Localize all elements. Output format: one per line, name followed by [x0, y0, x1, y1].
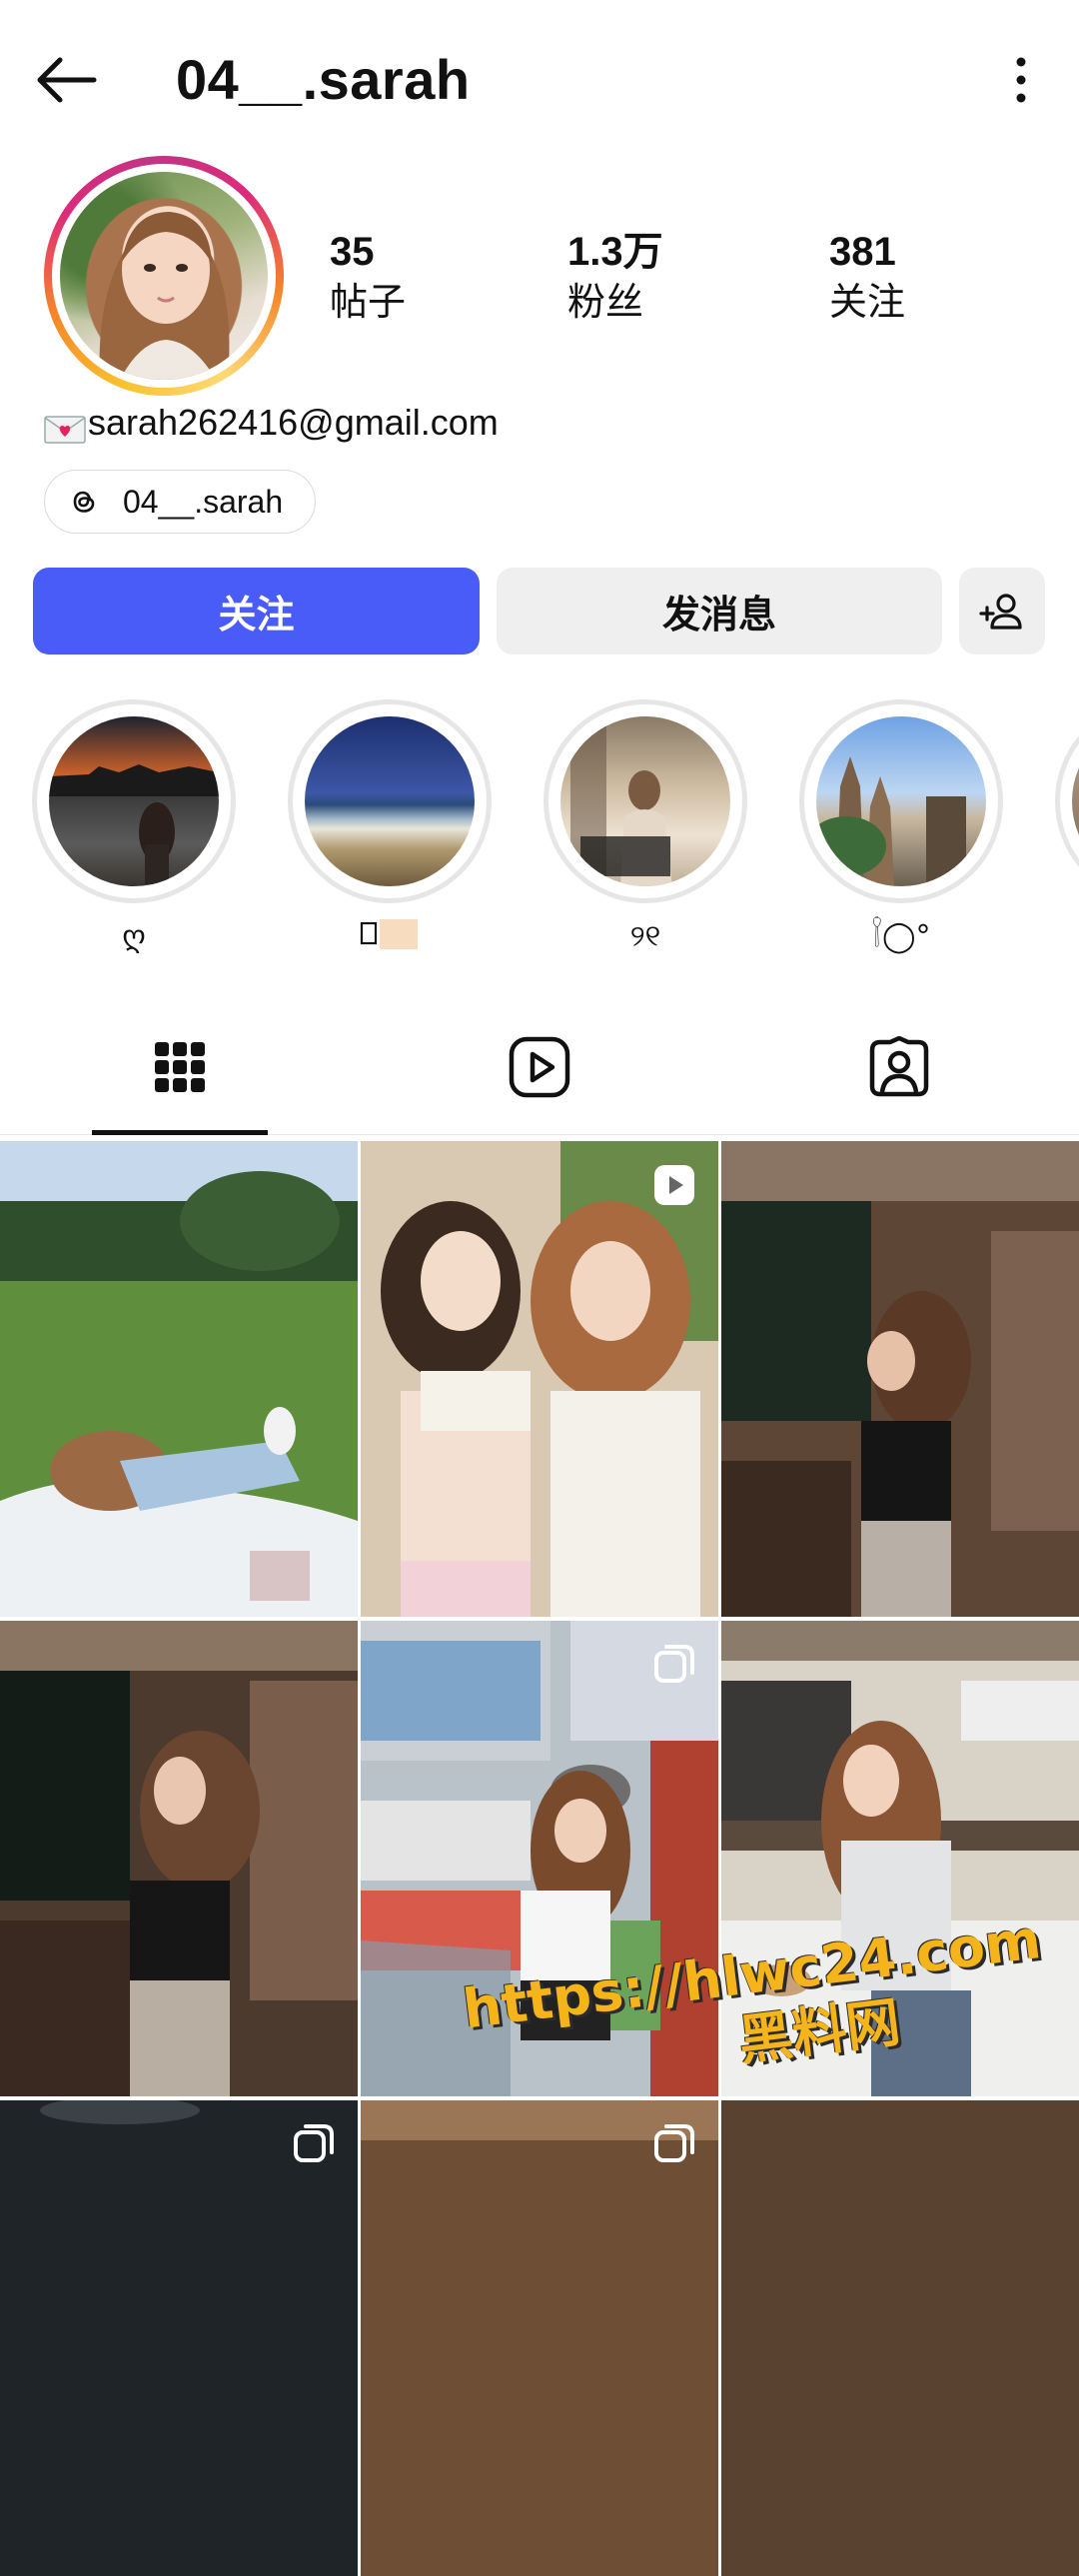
tagged-person-icon	[869, 1036, 929, 1097]
highlight-ring	[543, 699, 747, 903]
carousel-badge-icon	[294, 2124, 334, 2162]
more-options-button[interactable]	[983, 42, 1059, 118]
stat-value: 381	[829, 230, 896, 274]
post-image	[0, 2100, 358, 2576]
highlight-cover	[49, 716, 219, 886]
post-thumbnail[interactable]	[0, 1621, 358, 2096]
threads-icon	[67, 485, 101, 519]
tab-tagged[interactable]	[811, 999, 987, 1135]
message-button-label: 发消息	[661, 595, 776, 637]
threads-handle: 04__.sarah	[123, 483, 284, 520]
post-image	[0, 1141, 358, 1617]
stat-value: 35	[330, 230, 375, 274]
highlight-label: ღ	[122, 919, 146, 954]
more-vertical-icon	[1016, 57, 1026, 103]
reel-badge-icon	[654, 1165, 694, 1205]
add-user-icon	[979, 593, 1022, 630]
page-title: 04__.sarah	[176, 48, 471, 111]
post-thumbnail[interactable]	[361, 2100, 718, 2576]
post-image	[0, 1621, 358, 2096]
highlight-item[interactable]: ୨୧	[543, 699, 747, 957]
tab-reels[interactable]	[452, 999, 627, 1135]
post-thumbnail[interactable]	[721, 2100, 1079, 2576]
highlight-label	[288, 917, 492, 962]
message-button[interactable]: 发消息	[497, 568, 942, 654]
highlight-ring	[799, 699, 1003, 903]
avatar-portrait	[99, 212, 230, 380]
highlight-cover	[816, 716, 986, 886]
profile-header: 04__.sarah	[0, 0, 1079, 160]
story-highlights: ღ ୨୧ 𓌉◯°	[0, 699, 1079, 969]
stat-label: 关注	[829, 282, 906, 324]
follow-button-label: 关注	[218, 595, 295, 637]
active-tab-indicator	[92, 1130, 268, 1135]
bio-email: sarah262416@gmail.com	[44, 398, 499, 448]
highlight-cover	[1072, 716, 1079, 886]
highlight-ring	[1055, 699, 1079, 903]
post-image	[361, 1141, 718, 1617]
post-image	[361, 2100, 718, 2576]
carousel-badge-icon	[654, 2124, 694, 2162]
highlight-label: ୨୧	[629, 919, 661, 954]
post-thumbnail[interactable]	[361, 1141, 718, 1617]
love-letter-icon	[44, 408, 86, 444]
follow-button[interactable]: 关注	[33, 568, 480, 654]
bio-email-text[interactable]: sarah262416@gmail.com	[88, 398, 499, 448]
highlight-item[interactable]	[1055, 699, 1079, 903]
highlight-ring	[32, 699, 236, 903]
stat-value: 1.3万	[567, 230, 663, 274]
highlight-item[interactable]	[288, 699, 492, 962]
highlight-ring	[288, 699, 492, 903]
carousel-badge-icon	[654, 1645, 694, 1683]
avatar-story-ring[interactable]	[44, 156, 284, 396]
stat-posts[interactable]: 35 帖子	[330, 228, 406, 328]
tab-posts[interactable]	[92, 999, 268, 1135]
threads-link-button[interactable]: 04__.sarah	[44, 470, 317, 534]
highlight-cover	[560, 716, 730, 886]
avatar	[60, 172, 268, 380]
profile-tabs	[0, 999, 1079, 1135]
post-thumbnail[interactable]	[721, 1141, 1079, 1617]
reels-icon	[509, 1036, 570, 1098]
post-image	[721, 2100, 1079, 2576]
highlight-label-glyph	[360, 919, 418, 949]
highlight-label: 𓌉◯°	[871, 919, 931, 954]
highlight-item[interactable]: ღ	[32, 699, 236, 957]
highlight-cover	[305, 716, 475, 886]
stat-followers[interactable]: 1.3万 粉丝	[567, 228, 663, 328]
back-button[interactable]	[28, 42, 104, 118]
suggested-users-button[interactable]	[959, 568, 1045, 654]
stat-label: 粉丝	[567, 282, 644, 324]
post-thumbnail[interactable]	[0, 1141, 358, 1617]
post-thumbnail[interactable]	[0, 2100, 358, 2576]
back-arrow-icon	[37, 57, 97, 103]
highlight-item[interactable]: 𓌉◯°	[799, 699, 1003, 957]
post-image	[721, 1141, 1079, 1617]
grid-icon	[155, 1042, 205, 1092]
stat-label: 帖子	[330, 282, 407, 324]
stat-following[interactable]: 381 关注	[829, 228, 905, 328]
